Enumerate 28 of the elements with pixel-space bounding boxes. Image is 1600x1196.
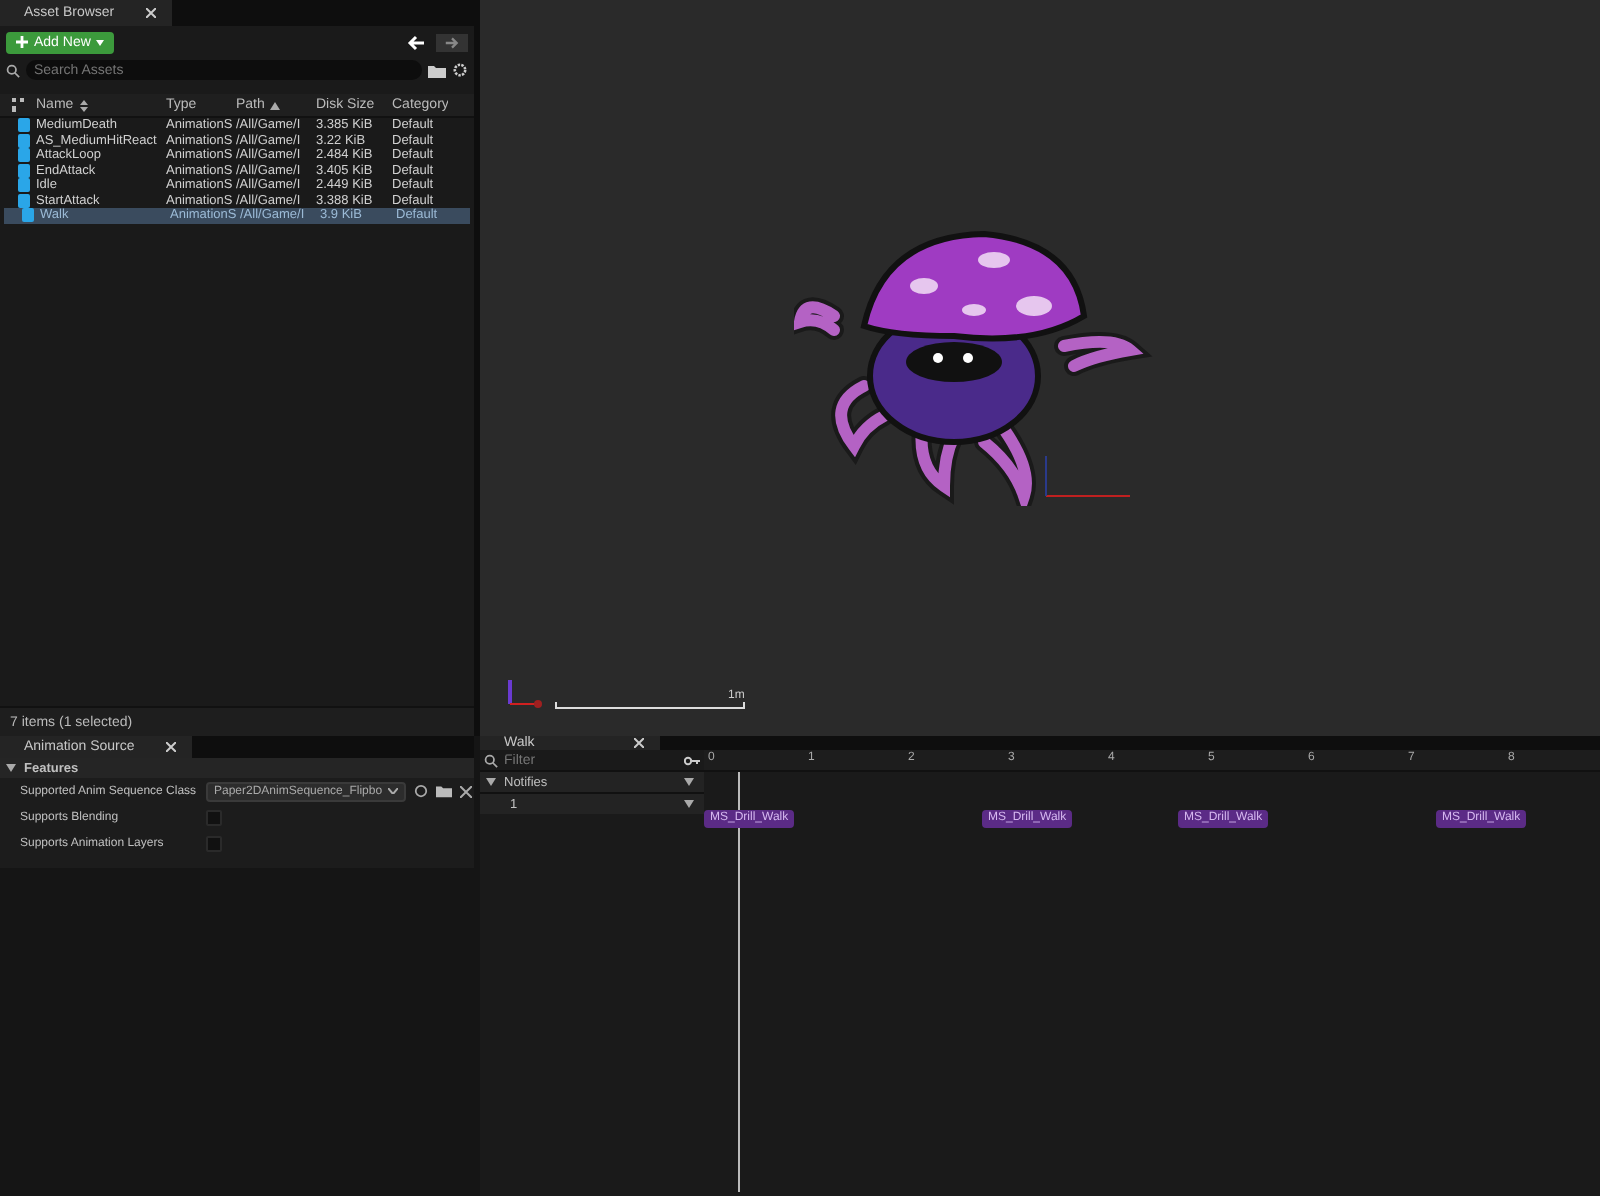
checkbox[interactable] <box>206 809 222 825</box>
settings-icon[interactable] <box>452 62 468 78</box>
sort-ascending-icon <box>270 101 281 109</box>
caret-icon <box>96 39 105 45</box>
key-icon[interactable] <box>684 755 700 765</box>
origin-axis-icon <box>1042 456 1134 500</box>
search-icon <box>6 63 20 77</box>
close-icon[interactable] <box>166 742 177 752</box>
dropdown-arrow-icon[interactable] <box>684 778 694 786</box>
axis-gizmo-icon <box>504 678 544 710</box>
dropdown-arrow-icon[interactable] <box>684 800 694 808</box>
filter-icon[interactable] <box>12 98 26 112</box>
close-icon[interactable] <box>634 738 645 748</box>
sort-icon <box>79 99 88 111</box>
collapse-arrow-icon[interactable] <box>6 764 16 772</box>
forward-button[interactable] <box>436 33 468 51</box>
folder-icon[interactable] <box>428 63 446 77</box>
search-icon <box>484 753 498 767</box>
folder-icon[interactable] <box>436 784 453 798</box>
checkbox[interactable] <box>206 835 222 851</box>
reset-icon[interactable] <box>414 784 429 798</box>
plus-icon <box>16 36 28 48</box>
forward-arrow-icon <box>442 35 462 49</box>
close-icon[interactable] <box>146 8 157 18</box>
clear-icon[interactable] <box>460 785 473 797</box>
back-arrow-icon[interactable] <box>404 33 428 51</box>
caret-icon <box>388 788 399 794</box>
collapse-arrow-icon[interactable] <box>486 778 496 786</box>
